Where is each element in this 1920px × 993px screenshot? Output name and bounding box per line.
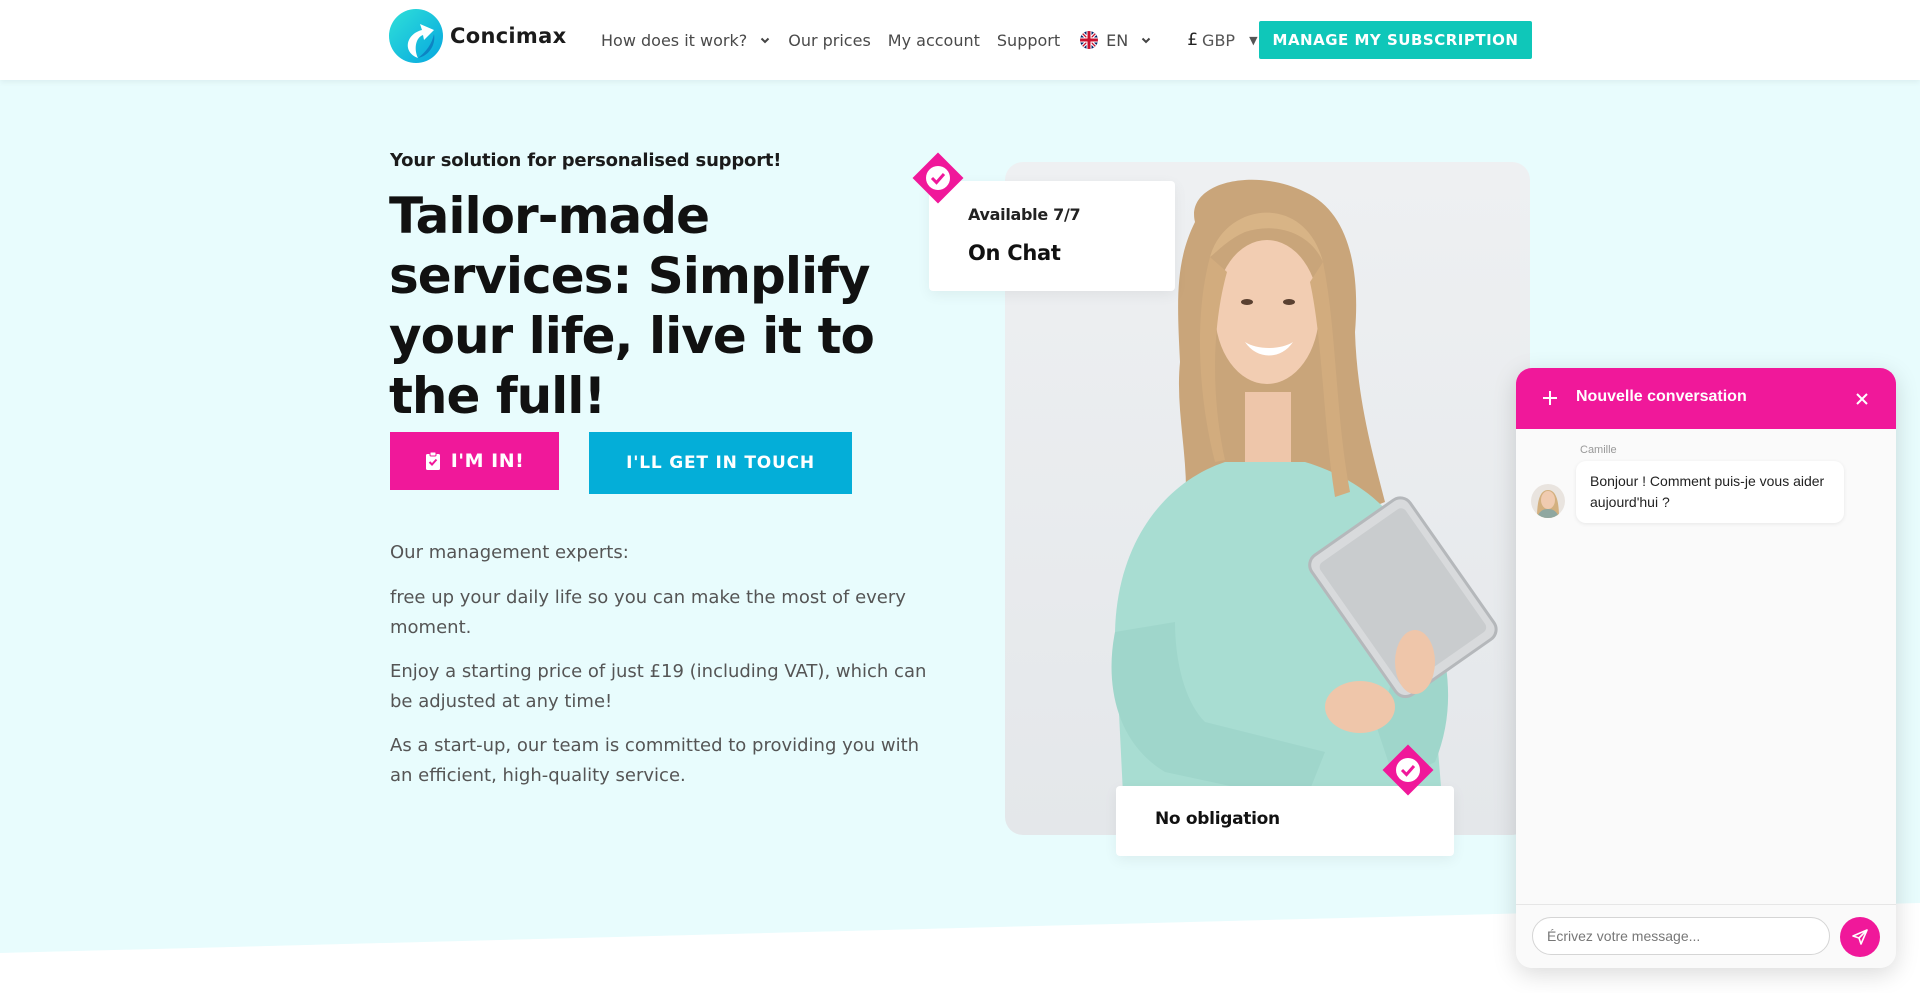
get-in-touch-button[interactable]: I'LL GET IN TOUCH	[589, 432, 852, 494]
chat-widget: Nouvelle conversation Camille Bonjour ! …	[1516, 368, 1896, 968]
brand-logo[interactable]: Concimax	[388, 8, 566, 64]
nav-prices[interactable]: Our prices	[788, 31, 871, 50]
chevron-down-icon	[761, 37, 770, 44]
chat-message-bubble: Bonjour ! Comment puis-je vous aider auj…	[1576, 461, 1844, 523]
plus-icon[interactable]	[1540, 388, 1560, 408]
uk-flag-icon	[1080, 31, 1099, 49]
chat-message-input[interactable]	[1532, 917, 1830, 955]
hero-tagline: Your solution for personalised support!	[390, 150, 782, 171]
chat-footer	[1516, 904, 1896, 968]
avatar	[1531, 484, 1565, 518]
nav-support[interactable]: Support	[997, 31, 1060, 50]
site-header: Concimax How does it work? Our prices My…	[0, 0, 1920, 80]
hero-paragraph: As a start-up, our team is committed to …	[390, 735, 920, 786]
language-label: EN	[1106, 30, 1129, 50]
hero-paragraph: free up your daily life so you can make …	[390, 587, 906, 638]
check-diamond-icon	[1382, 744, 1434, 796]
currency-label: GBP	[1202, 30, 1236, 50]
send-icon	[1852, 929, 1868, 945]
availability-line1: Available 7/7	[968, 205, 1081, 224]
nav-support-label: Support	[996, 30, 1061, 50]
hero-headline: Tailor-made services: Simplify your life…	[389, 187, 875, 425]
nav-how-it-works-label: How does it work?	[601, 30, 748, 50]
logo-icon	[389, 9, 443, 63]
close-icon[interactable]	[1853, 390, 1871, 408]
im-in-button[interactable]: I'M IN!	[390, 432, 559, 490]
nav-account-label: My account	[887, 30, 980, 50]
check-diamond-icon	[912, 152, 964, 204]
nav-prices-label: Our prices	[788, 30, 871, 50]
chevron-down-icon	[1142, 37, 1151, 44]
main-nav: How does it work? Our prices My account …	[601, 0, 1272, 80]
chat-agent-name: Camille	[1580, 444, 1617, 456]
agent-avatar-image	[1531, 484, 1565, 518]
availability-line2: On Chat	[968, 241, 1061, 265]
clipboard-check-icon	[425, 451, 440, 470]
nav-how-it-works[interactable]: How does it work?	[601, 31, 771, 50]
brand-name: Concimax	[450, 24, 567, 48]
chat-title: Nouvelle conversation	[1576, 388, 1747, 405]
caret-down-icon: ▼	[1249, 33, 1258, 47]
nav-account[interactable]: My account	[888, 31, 980, 50]
hero-paragraph: Enjoy a starting price of just £19 (incl…	[390, 661, 927, 712]
no-obligation-label: No obligation	[1155, 809, 1280, 829]
send-button[interactable]	[1840, 917, 1880, 957]
currency-symbol: £	[1187, 30, 1199, 50]
currency-selector[interactable]: £ GBP ▼	[1187, 30, 1257, 50]
chat-header: Nouvelle conversation	[1516, 368, 1896, 429]
manage-subscription-button[interactable]: MANAGE MY SUBSCRIPTION	[1259, 21, 1532, 59]
language-selector[interactable]: EN	[1080, 31, 1152, 50]
im-in-label: I'M IN!	[450, 450, 525, 472]
hero-paragraph: Our management experts:	[390, 542, 629, 563]
